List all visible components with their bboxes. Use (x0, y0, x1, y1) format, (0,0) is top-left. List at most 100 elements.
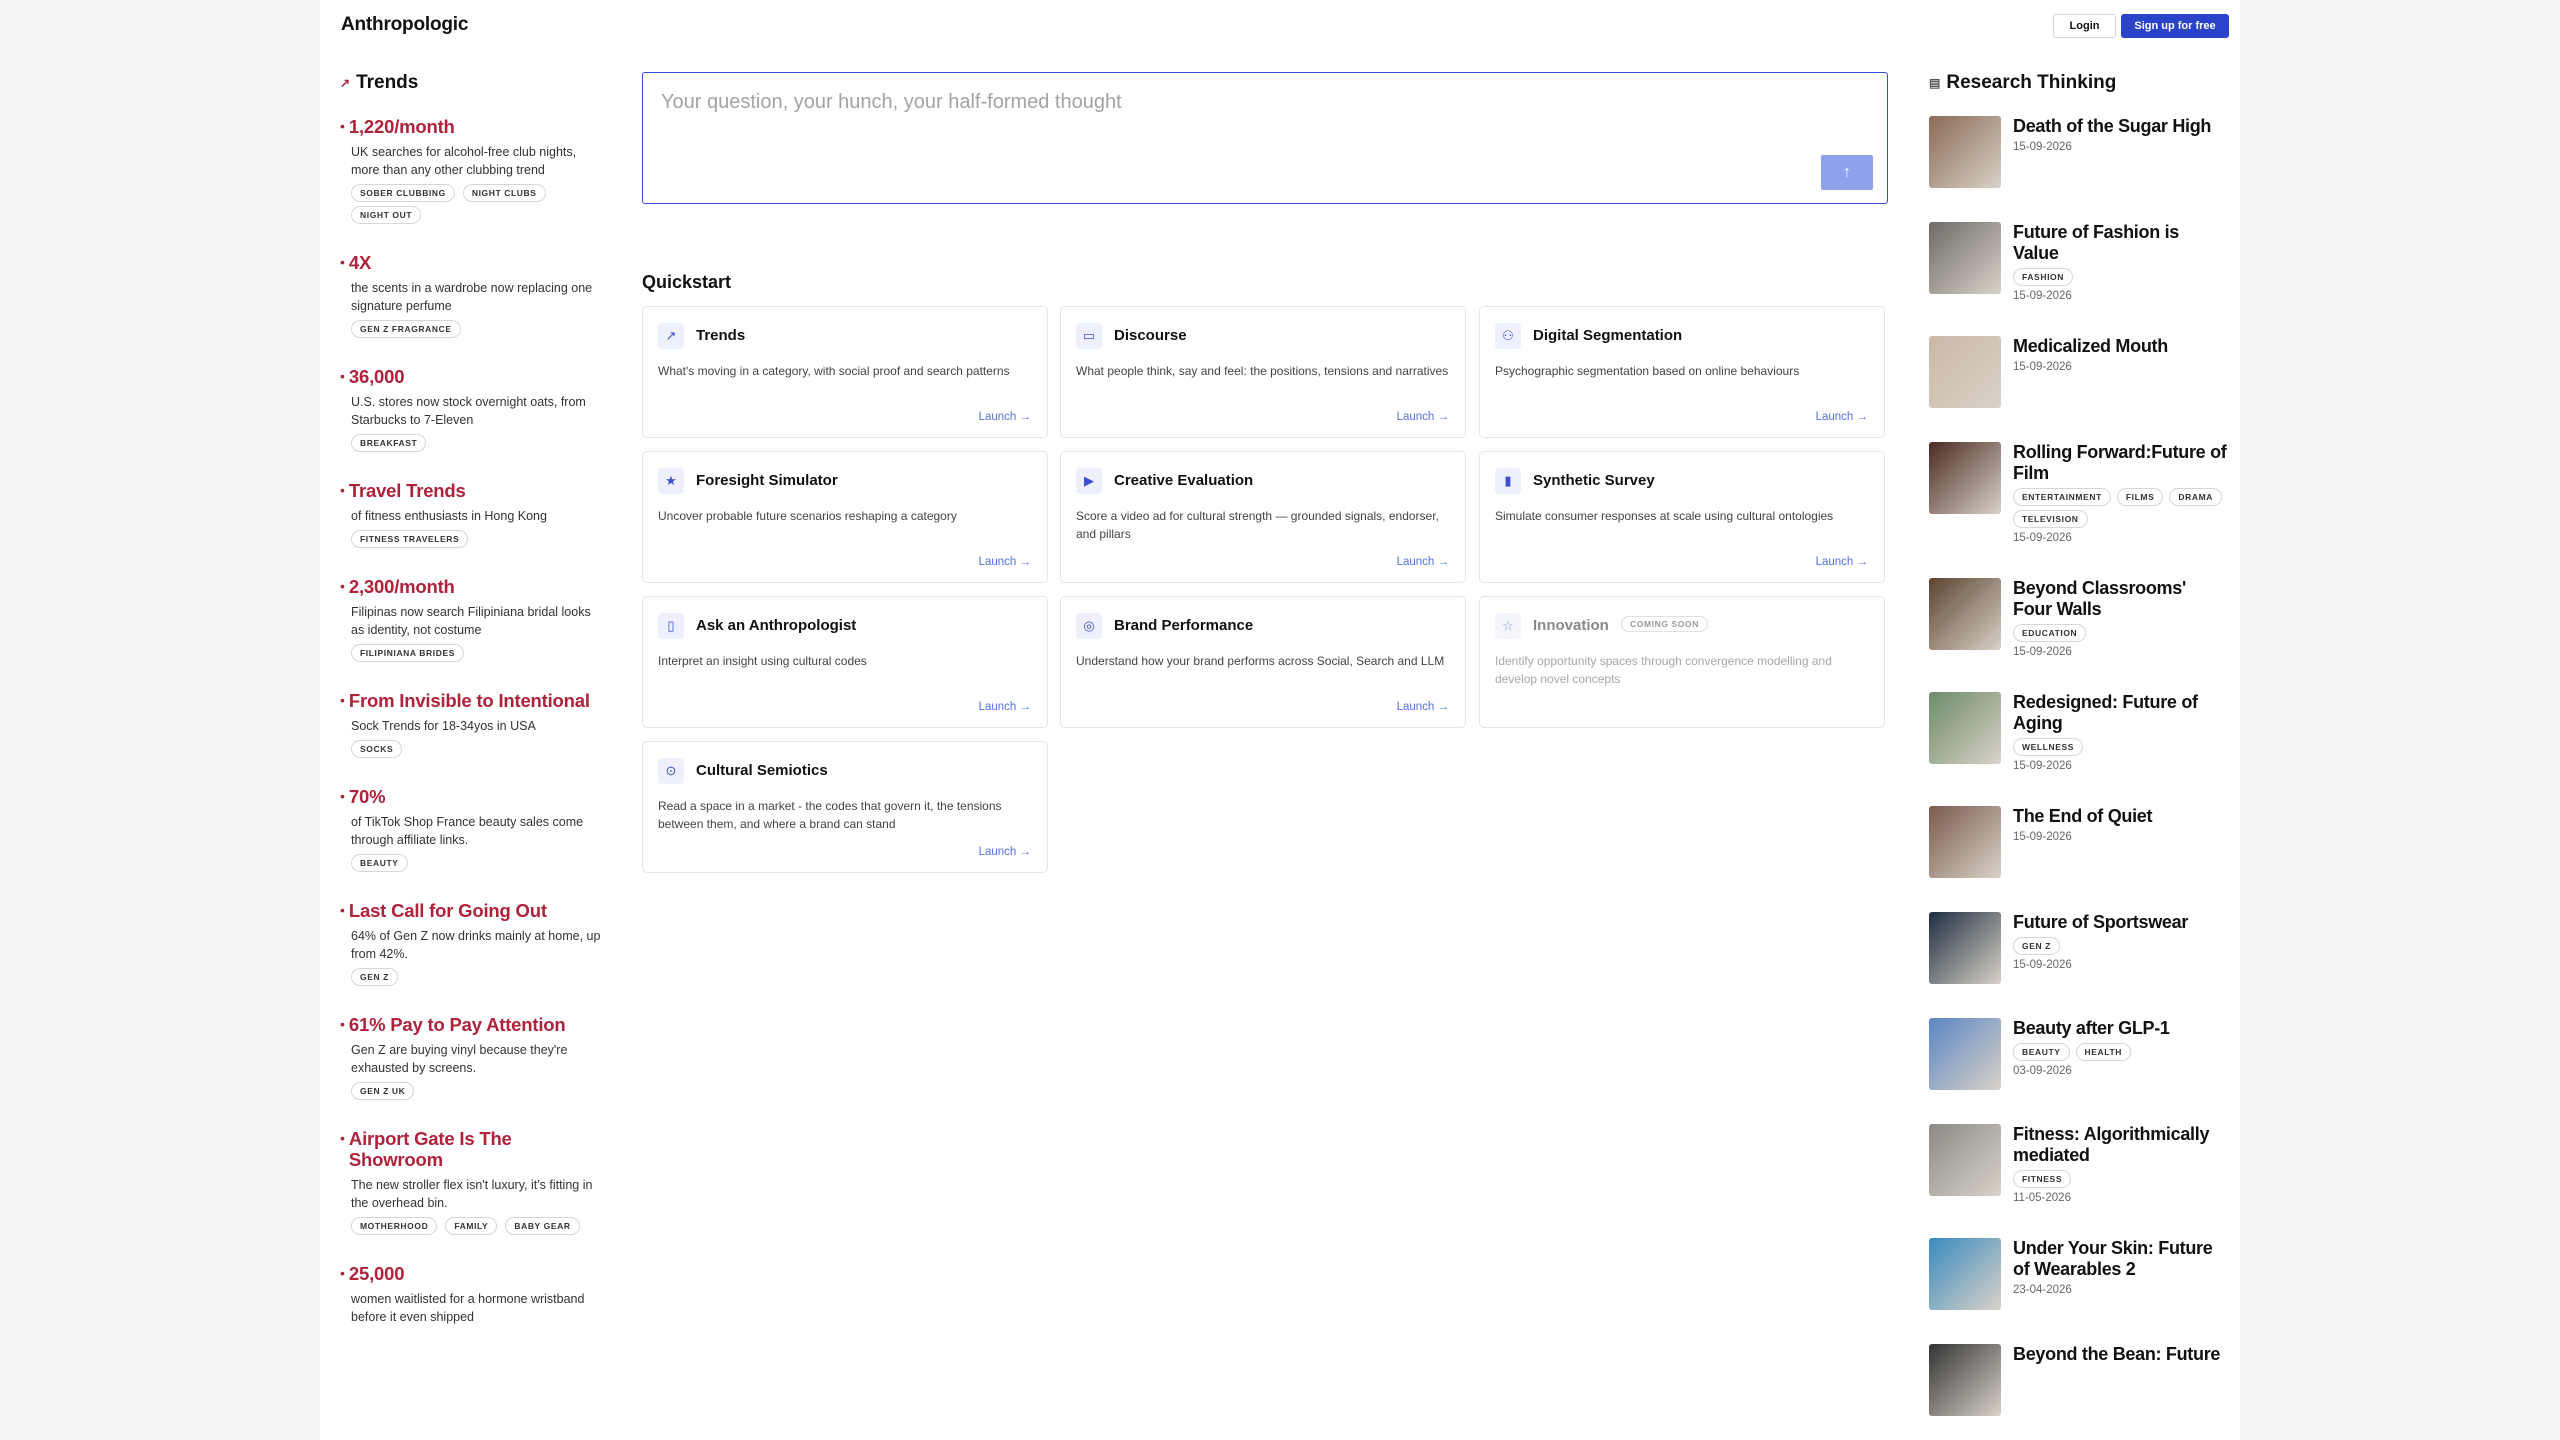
trend-item[interactable]: • 70% of TikTok Shop France beauty sales c… (340, 786, 600, 872)
article-item[interactable]: Medicalized Mouth 15-09-2026 (1929, 336, 2229, 408)
tag-badge[interactable]: FITNESS TRAVELERS (351, 530, 469, 548)
tag-badge[interactable]: FITNESS (2013, 1170, 2072, 1188)
article-thumbnail[interactable] (1929, 116, 2001, 188)
tag-badge[interactable]: GEN Z UK (351, 1082, 415, 1100)
article-thumbnail[interactable] (1929, 1344, 2001, 1416)
article-item[interactable]: Beyond Classrooms' Four Walls EDUCATION 15… (1929, 578, 2229, 658)
tag-badge[interactable]: DRAMA (2169, 488, 2223, 506)
trend-item[interactable]: • Last Call for Going Out 64% of Gen Z now… (340, 900, 600, 986)
tag-badge[interactable]: GEN Z (2013, 937, 2060, 955)
article-title[interactable]: Beauty after GLP-1 (2013, 1018, 2229, 1039)
quickstart-card-ask-an-anthropologist[interactable]: ▯ Ask an Anthropologist Interpret an insig… (642, 596, 1048, 728)
article-title[interactable]: Death of the Sugar High (2013, 116, 2229, 137)
tag-badge[interactable]: ENTERTAINMENT (2013, 488, 2111, 506)
quickstart-card-creative-evaluation[interactable]: ▶ Creative Evaluation Score a video ad for… (1060, 451, 1466, 583)
tag-badge[interactable]: WELLNESS (2013, 738, 2084, 756)
trend-item[interactable]: • 61% Pay to Pay Attention Gen Z are buyin… (340, 1014, 600, 1100)
tag-badge[interactable]: FILMS (2116, 488, 2164, 506)
quickstart-card-trends[interactable]: ↗ Trends What's moving in a category, with… (642, 306, 1048, 438)
article-thumbnail[interactable] (1929, 222, 2001, 294)
tag-badge[interactable]: SOBER CLUBBING (351, 184, 455, 202)
trend-item[interactable]: • From Invisible to Intentional Sock Trend… (340, 690, 600, 758)
tag-badge[interactable]: HEALTH (2075, 1043, 2131, 1061)
trend-item[interactable]: • 4X the scents in a wardrobe now replacin… (340, 252, 600, 338)
login-button[interactable]: Login (2053, 14, 2116, 38)
article-thumbnail[interactable] (1929, 578, 2001, 650)
tag-badge[interactable]: TELEVISION (2013, 510, 2088, 528)
send-button[interactable]: ↑ (1821, 155, 1873, 190)
tag-badge[interactable]: BEAUTY (351, 854, 408, 872)
tag-badge[interactable]: MOTHERHOOD (351, 1217, 438, 1235)
trend-item[interactable]: • Airport Gate Is The Showroom The new str… (340, 1128, 600, 1235)
card-description: What's moving in a category, with social… (658, 364, 1010, 378)
launch-link[interactable]: Launch → (1816, 411, 1868, 423)
launch-link[interactable]: Launch → (1397, 411, 1449, 423)
search-input[interactable] (661, 91, 1761, 181)
article-thumbnail[interactable] (1929, 806, 2001, 878)
launch-link[interactable]: Launch → (1397, 701, 1449, 713)
launch-link[interactable]: Launch → (979, 411, 1031, 423)
article-item[interactable]: Future of Fashion is Value FASHION 15-09-2… (1929, 222, 2229, 302)
article-item[interactable]: Death of the Sugar High 15-09-2026 (1929, 116, 2229, 188)
quickstart-card-brand-performance[interactable]: ◎ Brand Performance Understand how your br… (1060, 596, 1466, 728)
launch-link[interactable]: Launch → (1397, 556, 1449, 568)
trend-value: Travel Trends (348, 480, 466, 501)
article-item[interactable]: Beauty after GLP-1 BEAUTY HEALTH 03-09-2026 (1929, 1018, 2229, 1090)
article-item[interactable]: Future of Sportswear GEN Z 15-09-2026 (1929, 912, 2229, 984)
launch-link[interactable]: Launch → (979, 556, 1031, 568)
article-thumbnail[interactable] (1929, 692, 2001, 764)
brand-logo[interactable]: Anthropologic (341, 14, 468, 36)
trend-description: Filipinas now search Filipiniana bridal … (351, 605, 591, 637)
signup-button[interactable]: Sign up for free (2121, 14, 2229, 38)
tag-badge[interactable]: SOCKS (351, 740, 403, 758)
article-title[interactable]: Redesigned: Future of Aging (2013, 692, 2229, 734)
article-item[interactable]: Redesigned: Future of Aging WELLNESS 15-09… (1929, 692, 2229, 772)
tag-badge[interactable]: FAMILY (445, 1217, 498, 1235)
trend-item[interactable]: • 2,300/month Filipinas now search Filipin… (340, 576, 600, 662)
article-title[interactable]: The End of Quiet (2013, 806, 2229, 827)
trend-tags: BREAKFAST (351, 434, 591, 452)
tag-badge[interactable]: NIGHT OUT (351, 206, 422, 224)
article-thumbnail[interactable] (1929, 1018, 2001, 1090)
article-item[interactable]: Under Your Skin: Future of Wearables 2 23… (1929, 1238, 2229, 1310)
tag-badge[interactable]: FILIPINIANA BRIDES (351, 644, 465, 662)
article-title[interactable]: Beyond the Bean: Future (2013, 1344, 2229, 1365)
launch-link[interactable]: Launch → (979, 701, 1031, 713)
quickstart-card-discourse[interactable]: ▭ Discourse What people think, say and fee… (1060, 306, 1466, 438)
article-thumbnail[interactable] (1929, 336, 2001, 408)
tag-badge[interactable]: FASHION (2013, 268, 2073, 286)
article-title[interactable]: Beyond Classrooms' Four Walls (2013, 578, 2229, 620)
quickstart-card-cultural-semiotics[interactable]: ⊙ Cultural Semiotics Read a space in a mar… (642, 741, 1048, 873)
article-thumbnail[interactable] (1929, 442, 2001, 514)
article-item[interactable]: Fitness: Algorithmically mediated FITNESS… (1929, 1124, 2229, 1204)
tag-badge[interactable]: BREAKFAST (351, 434, 427, 452)
trend-item[interactable]: • Travel Trends of fitness enthusiasts in … (340, 480, 600, 548)
quickstart-card-foresight-simulator[interactable]: ★ Foresight Simulator Uncover probable fut… (642, 451, 1048, 583)
tag-badge[interactable]: NIGHT CLUBS (462, 184, 546, 202)
trend-item[interactable]: • 36,000 U.S. stores now stock overnight o… (340, 366, 600, 452)
launch-link[interactable]: Launch → (979, 846, 1031, 858)
quickstart-card-synthetic-survey[interactable]: ▮ Synthetic Survey Simulate consumer respo… (1479, 451, 1885, 583)
trend-item[interactable]: • 1,220/month UK searches for alcohol-free… (340, 116, 600, 224)
launch-link[interactable]: Launch → (1816, 556, 1868, 568)
tag-badge[interactable]: GEN Z (351, 968, 398, 986)
article-thumbnail[interactable] (1929, 912, 2001, 984)
quickstart-card-digital-segmentation[interactable]: ⚇ Digital Segmentation Psychographic segme… (1479, 306, 1885, 438)
article-title[interactable]: Rolling Forward:Future of Film (2013, 442, 2229, 484)
article-title[interactable]: Future of Sportswear (2013, 912, 2229, 933)
article-title[interactable]: Under Your Skin: Future of Wearables 2 (2013, 1238, 2229, 1280)
tag-badge[interactable]: GEN Z FRAGRANCE (351, 320, 461, 338)
search-box[interactable]: ↑ (642, 72, 1888, 204)
tag-badge[interactable]: BEAUTY (2013, 1043, 2070, 1061)
trend-item[interactable]: • 25,000 women waitlisted for a hormone wr… (340, 1263, 600, 1326)
tag-badge[interactable]: BABY GEAR (505, 1217, 580, 1235)
article-item[interactable]: Beyond the Bean: Future (1929, 1344, 2229, 1416)
article-item[interactable]: Rolling Forward:Future of Film ENTERTAINM… (1929, 442, 2229, 544)
article-thumbnail[interactable] (1929, 1124, 2001, 1196)
article-item[interactable]: The End of Quiet 15-09-2026 (1929, 806, 2229, 878)
article-title[interactable]: Future of Fashion is Value (2013, 222, 2229, 264)
article-title[interactable]: Medicalized Mouth (2013, 336, 2229, 357)
article-title[interactable]: Fitness: Algorithmically mediated (2013, 1124, 2229, 1166)
article-thumbnail[interactable] (1929, 1238, 2001, 1310)
tag-badge[interactable]: EDUCATION (2013, 624, 2087, 642)
